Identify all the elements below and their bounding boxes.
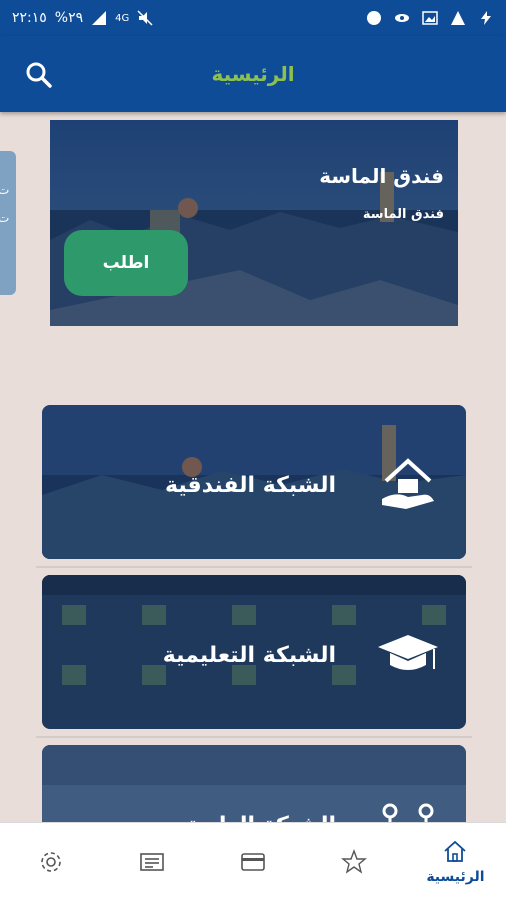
nav-item-home[interactable]: الرئيسية — [405, 823, 506, 900]
page-title: الرئيسية — [211, 62, 295, 86]
star-icon — [341, 848, 368, 874]
battery-text: %٢٩ — [54, 10, 84, 26]
status-bar: ٢٢:١٥ %٢٩ 4G — [0, 0, 506, 36]
order-button[interactable]: اطلب — [64, 230, 188, 296]
nav-home-label: الرئيسية — [426, 868, 485, 885]
card-hotel-network[interactable]: الشبكة الفندقية — [42, 405, 466, 559]
settings-icon — [40, 851, 61, 872]
nav-item-settings[interactable] — [0, 823, 101, 900]
graduation-cap-icon — [378, 635, 438, 670]
home-icon — [444, 840, 467, 862]
hero-slide[interactable]: فندق الماسة فندق الماسة اطلب — [50, 120, 458, 326]
status-right — [366, 10, 494, 26]
side-tab-text: تت — [0, 183, 10, 225]
card-icon — [241, 852, 265, 871]
network-text: 4G — [115, 12, 130, 24]
news-icon — [139, 852, 164, 871]
card-title: الشبكة الفندقية — [164, 473, 336, 498]
hero-title: فندق الماسة — [319, 164, 444, 188]
house-hand-icon — [382, 458, 434, 509]
side-slide-tab[interactable]: تت — [0, 151, 16, 295]
status-left: ٢٢:١٥ %٢٩ 4G — [12, 10, 153, 26]
divider — [36, 566, 472, 568]
bolt-icon — [481, 11, 491, 25]
time-text: ٢٢:١٥ — [12, 10, 47, 26]
app-icon — [367, 11, 381, 25]
warning-icon — [451, 11, 465, 25]
signal-icon — [92, 11, 107, 25]
card-title: الشبكة التعليمية — [162, 643, 336, 668]
image-icon — [422, 11, 438, 25]
nav-item-card[interactable] — [202, 823, 303, 900]
mute-icon — [137, 10, 153, 26]
bottom-nav: الرئيسية — [0, 822, 506, 900]
nav-item-favorites[interactable] — [304, 823, 405, 900]
nav-item-news[interactable] — [101, 823, 202, 900]
eye-icon — [395, 14, 409, 22]
divider — [36, 736, 472, 738]
search-icon[interactable] — [22, 58, 56, 92]
hero-subtitle: فندق الماسة — [362, 207, 444, 222]
card-education-network[interactable]: الشبكة التعليمية — [42, 575, 466, 729]
app-bar: الرئيسية — [0, 36, 506, 112]
